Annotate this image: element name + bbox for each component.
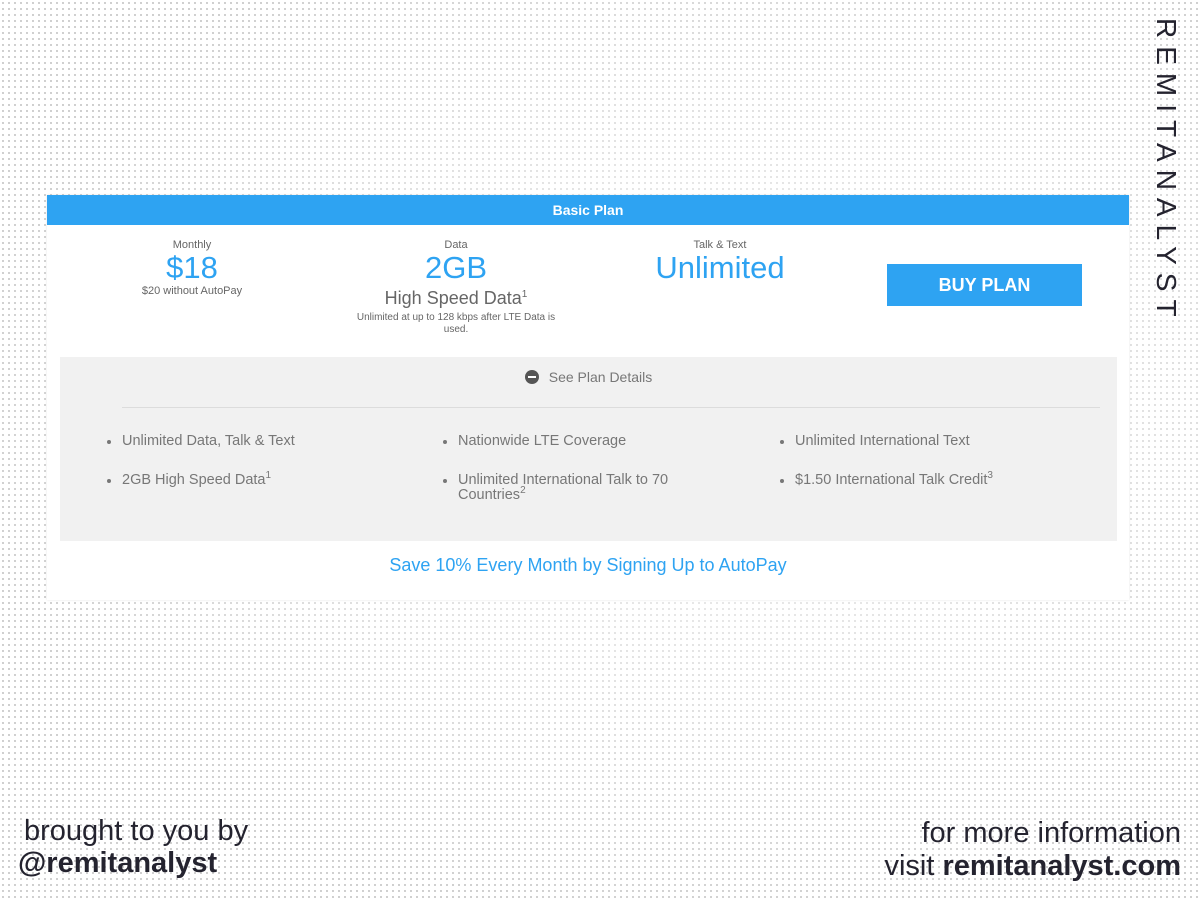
plan-card: Basic Plan Monthly $18 $20 without AutoP… bbox=[47, 195, 1129, 600]
data-fine-print: Unlimited at up to 128 kbps after LTE Da… bbox=[356, 312, 556, 335]
buy-plan-button[interactable]: BUY PLAN bbox=[887, 264, 1082, 306]
feature-text: $1.50 International Talk Credit bbox=[795, 472, 988, 488]
feature-text: Unlimited Data, Talk & Text bbox=[122, 433, 295, 449]
plan-title: Basic Plan bbox=[47, 195, 1129, 225]
feature-item: Unlimited Data, Talk & Text bbox=[106, 434, 412, 449]
feature-text: 2GB High Speed Data bbox=[122, 472, 266, 488]
more-info-text: for more information bbox=[921, 817, 1182, 849]
brought-by-text: brought to you by bbox=[24, 815, 249, 847]
feature-item: Nationwide LTE Coverage bbox=[442, 434, 748, 449]
website-text: remitanalyst.com bbox=[942, 850, 1181, 882]
feature-item: $1.50 International Talk Credit3 bbox=[779, 470, 1085, 488]
autopay-link[interactable]: Save 10% Every Month by Signing Up to Au… bbox=[47, 555, 1129, 576]
feature-item: Unlimited International Talk to 70 Count… bbox=[442, 473, 738, 503]
talk-text-value: Unlimited bbox=[655, 250, 785, 285]
data-column: Data 2GB High Speed Data1 Unlimited at u… bbox=[341, 239, 571, 336]
plan-details-panel: See Plan Details Unlimited Data, Talk & … bbox=[60, 357, 1117, 541]
feature-text: Nationwide LTE Coverage bbox=[458, 433, 627, 449]
divider bbox=[122, 407, 1100, 408]
brand-watermark-vertical: REMITANALYST bbox=[1151, 18, 1182, 325]
visit-text: visit bbox=[884, 850, 935, 882]
credit-block: brought to you by @remitanalyst bbox=[18, 815, 248, 879]
footnote-ref: 1 bbox=[265, 470, 272, 482]
more-info-block: for more information visit remitanalyst.… bbox=[884, 817, 1181, 883]
see-plan-details-label: See Plan Details bbox=[548, 369, 653, 385]
handle-text: @remitanalyst bbox=[18, 847, 218, 879]
feature-item: 2GB High Speed Data1 bbox=[106, 470, 412, 488]
feature-item: Unlimited International Text bbox=[779, 434, 1085, 449]
visit-line: visit remitanalyst.com bbox=[884, 850, 1181, 883]
data-description: High Speed Data1 bbox=[341, 285, 571, 308]
footnote-ref: 1 bbox=[521, 289, 528, 300]
data-amount: 2GB bbox=[424, 250, 488, 285]
footnote-ref: 3 bbox=[987, 470, 993, 482]
talk-text-column: Talk & Text Unlimited bbox=[630, 239, 810, 285]
feature-text: Unlimited International Text bbox=[795, 433, 970, 449]
feature-text: Unlimited International Talk to 70 Count… bbox=[458, 472, 669, 503]
data-desc-text: High Speed Data bbox=[384, 288, 522, 308]
footnote-ref: 2 bbox=[520, 485, 526, 497]
price-note: $20 without AutoPay bbox=[141, 285, 243, 297]
collapse-minus-icon bbox=[524, 370, 539, 384]
monthly-column: Monthly $18 $20 without AutoPay bbox=[117, 239, 267, 297]
see-plan-details-toggle[interactable]: See Plan Details bbox=[60, 369, 1117, 385]
monthly-price: $18 bbox=[166, 250, 218, 285]
